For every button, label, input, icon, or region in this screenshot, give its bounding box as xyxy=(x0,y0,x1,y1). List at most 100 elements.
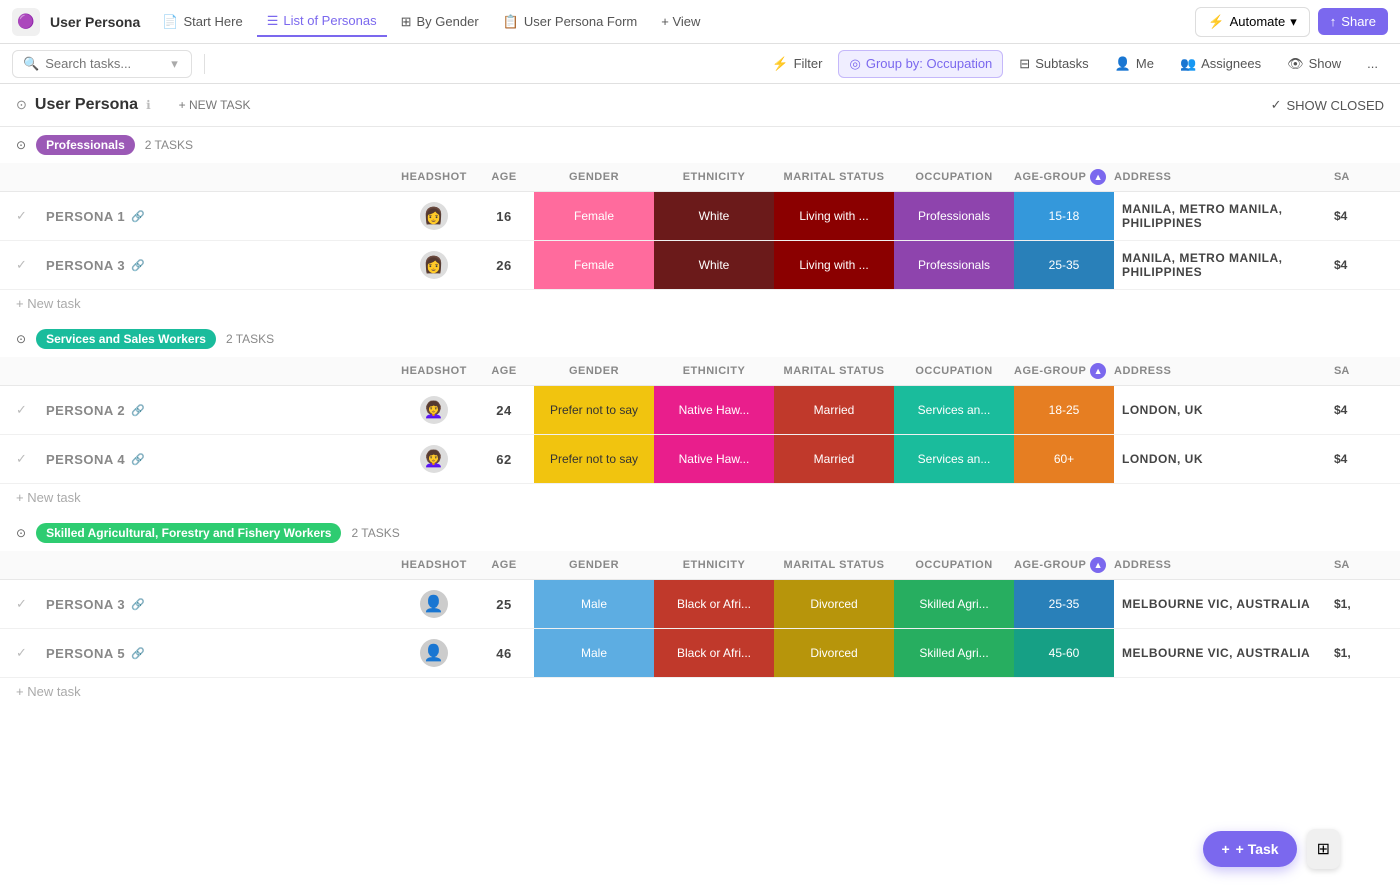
share-button[interactable]: ↑ Share xyxy=(1318,8,1388,35)
assignees-button[interactable]: 👥 Assignees xyxy=(1170,51,1271,77)
persona-3b-headshot: 👤 xyxy=(420,590,448,618)
table-row: ✓ Persona 1 🔗 👩 16 Female White Living w… xyxy=(0,192,1400,241)
col-header-sa-k: SA xyxy=(1334,559,1384,571)
persona-3b-name[interactable]: Persona 3 xyxy=(46,597,125,612)
link-icon[interactable]: 🔗 xyxy=(131,404,145,417)
persona-1-ethnicity: White xyxy=(654,192,774,240)
dropdown-icon: ▾ xyxy=(171,56,178,72)
tab-view[interactable]: + View xyxy=(651,8,710,35)
sort-indicator-s: ▲ xyxy=(1090,363,1106,379)
col-header-gender-s: GENDER xyxy=(534,365,654,377)
new-task-row-services[interactable]: + New task xyxy=(0,484,1400,515)
link-icon[interactable]: 🔗 xyxy=(131,598,145,611)
tab-user-persona-form[interactable]: 📋 User Persona Form xyxy=(493,8,648,36)
persona-4-name[interactable]: Persona 4 xyxy=(46,452,125,467)
filter-button[interactable]: ⚡ Filter xyxy=(762,51,832,77)
row-check-persona5[interactable]: ✓ xyxy=(16,645,27,661)
toolbar: 🔍 ▾ ⚡ Filter ◎ Group by: Occupation ⊟ Su… xyxy=(0,44,1400,84)
persona-1-headshot: 👩 xyxy=(420,202,448,230)
collapse-icon[interactable]: ⊙ xyxy=(16,97,27,113)
group-badge-services: Services and Sales Workers xyxy=(36,329,216,349)
group-header-skilled: ⊙ Skilled Agricultural, Forestry and Fis… xyxy=(0,515,1400,551)
group-badge-skilled: Skilled Agricultural, Forestry and Fishe… xyxy=(36,523,341,543)
new-task-row-professionals[interactable]: + New task xyxy=(0,290,1400,321)
group-toggle-professionals[interactable]: ⊙ xyxy=(16,138,26,152)
persona-2-ethnicity: Native Haw... xyxy=(654,386,774,434)
persona-3a-name[interactable]: Persona 3 xyxy=(46,258,125,273)
table-row: ✓ Persona 2 🔗 👩‍🦱 24 Prefer not to say N… xyxy=(0,386,1400,435)
group-by-button[interactable]: ◎ Group by: Occupation xyxy=(838,50,1003,78)
persona-2-name[interactable]: Persona 2 xyxy=(46,403,125,418)
row-check-persona1[interactable]: ✓ xyxy=(16,208,27,224)
col-header-sa-s: SA xyxy=(1334,365,1384,377)
by-gender-icon: ⊞ xyxy=(401,14,412,30)
table-row: ✓ Persona 3 🔗 👩 26 Female White Living w… xyxy=(0,241,1400,290)
link-icon[interactable]: 🔗 xyxy=(131,647,145,660)
row-check-persona3a[interactable]: ✓ xyxy=(16,257,27,273)
persona-5-gender: Male xyxy=(534,629,654,677)
persona-5-occupation: Skilled Agri... xyxy=(894,629,1014,677)
group-badge-professionals: Professionals xyxy=(36,135,135,155)
col-header-age-group: AGE-GROUP ▲ xyxy=(1014,169,1114,185)
me-icon: 👤 xyxy=(1115,56,1131,72)
automate-button[interactable]: ⚡ Automate ▾ xyxy=(1195,7,1309,37)
list-icon: ☰ xyxy=(267,13,279,29)
persona-3a-sa: $4 xyxy=(1334,258,1384,272)
group-icon: ◎ xyxy=(849,56,860,72)
persona-5-headshot: 👤 xyxy=(420,639,448,667)
me-button[interactable]: 👤 Me xyxy=(1105,51,1164,77)
persona-5-name[interactable]: Persona 5 xyxy=(46,646,125,661)
group-task-count-professionals: 2 TASKS xyxy=(145,138,193,152)
persona-3b-occupation: Skilled Agri... xyxy=(894,580,1014,628)
persona-2-gender: Prefer not to say xyxy=(534,386,654,434)
link-icon[interactable]: 🔗 xyxy=(131,210,145,223)
tab-list-of-personas[interactable]: ☰ List of Personas xyxy=(257,7,387,37)
more-button[interactable]: ... xyxy=(1357,51,1388,76)
persona-4-gender: Prefer not to say xyxy=(534,435,654,483)
link-icon[interactable]: 🔗 xyxy=(131,453,145,466)
group-header-professionals: ⊙ Professionals 2 TASKS xyxy=(0,127,1400,163)
group-header-services: ⊙ Services and Sales Workers 2 TASKS xyxy=(0,321,1400,357)
row-check-persona2[interactable]: ✓ xyxy=(16,402,27,418)
persona-3b-gender: Male xyxy=(534,580,654,628)
filter-icon: ⚡ xyxy=(772,56,788,72)
col-header-occupation-k: OCCUPATION xyxy=(894,559,1014,571)
group-toggle-services[interactable]: ⊙ xyxy=(16,332,26,346)
col-header-headshot: HEADSHOT xyxy=(394,171,474,183)
persona-1-name[interactable]: Persona 1 xyxy=(46,209,125,224)
row-check-persona4[interactable]: ✓ xyxy=(16,451,27,467)
row-check-persona3b[interactable]: ✓ xyxy=(16,596,27,612)
persona-1-sa: $4 xyxy=(1334,209,1384,223)
new-task-row-skilled[interactable]: + New task xyxy=(0,678,1400,709)
persona-3a-headshot: 👩 xyxy=(420,251,448,279)
search-input[interactable] xyxy=(45,56,165,71)
persona-1-marital: Living with ... xyxy=(774,192,894,240)
search-box[interactable]: 🔍 ▾ xyxy=(12,50,192,78)
persona-1-occupation: Professionals xyxy=(894,192,1014,240)
col-header-address-s: ADDRESS xyxy=(1114,365,1334,377)
persona-3b-ethnicity: Black or Afri... xyxy=(654,580,774,628)
group-services: ⊙ Services and Sales Workers 2 TASKS HEA… xyxy=(0,321,1400,515)
show-closed-button[interactable]: ✓ SHOW CLOSED xyxy=(1271,97,1384,113)
column-headers-professionals: HEADSHOT AGE GENDER ETHNICITY MARITAL ST… xyxy=(0,163,1400,192)
persona-3a-marital: Living with ... xyxy=(774,241,894,289)
persona-1-address: Manila, Metro Manila, Philippines xyxy=(1114,202,1334,230)
fab-grid-button[interactable]: ⊞ xyxy=(1307,829,1340,869)
show-button[interactable]: 👁 Show xyxy=(1277,51,1351,77)
persona-3a-address: Manila, Metro Manila, Philippines xyxy=(1114,251,1334,279)
sort-indicator: ▲ xyxy=(1090,169,1106,185)
col-header-ethnicity: ETHNICITY xyxy=(654,171,774,183)
assignees-icon: 👥 xyxy=(1180,56,1196,72)
persona-2-address: London, UK xyxy=(1114,403,1334,417)
subtasks-button[interactable]: ⊟ Subtasks xyxy=(1009,51,1098,77)
fab-task-button[interactable]: + + Task xyxy=(1203,831,1296,867)
group-toggle-skilled[interactable]: ⊙ xyxy=(16,526,26,540)
top-nav: 🟣 User Persona 📄 Start Here ☰ List of Pe… xyxy=(0,0,1400,44)
tab-by-gender[interactable]: ⊞ By Gender xyxy=(391,8,489,36)
link-icon[interactable]: 🔗 xyxy=(131,259,145,272)
persona-3a-age: 26 xyxy=(474,258,534,273)
new-task-button[interactable]: + NEW TASK xyxy=(169,94,261,116)
col-header-ethnicity-k: ETHNICITY xyxy=(654,559,774,571)
persona-3a-gender: Female xyxy=(534,241,654,289)
tab-start-here[interactable]: 📄 Start Here xyxy=(152,8,252,36)
